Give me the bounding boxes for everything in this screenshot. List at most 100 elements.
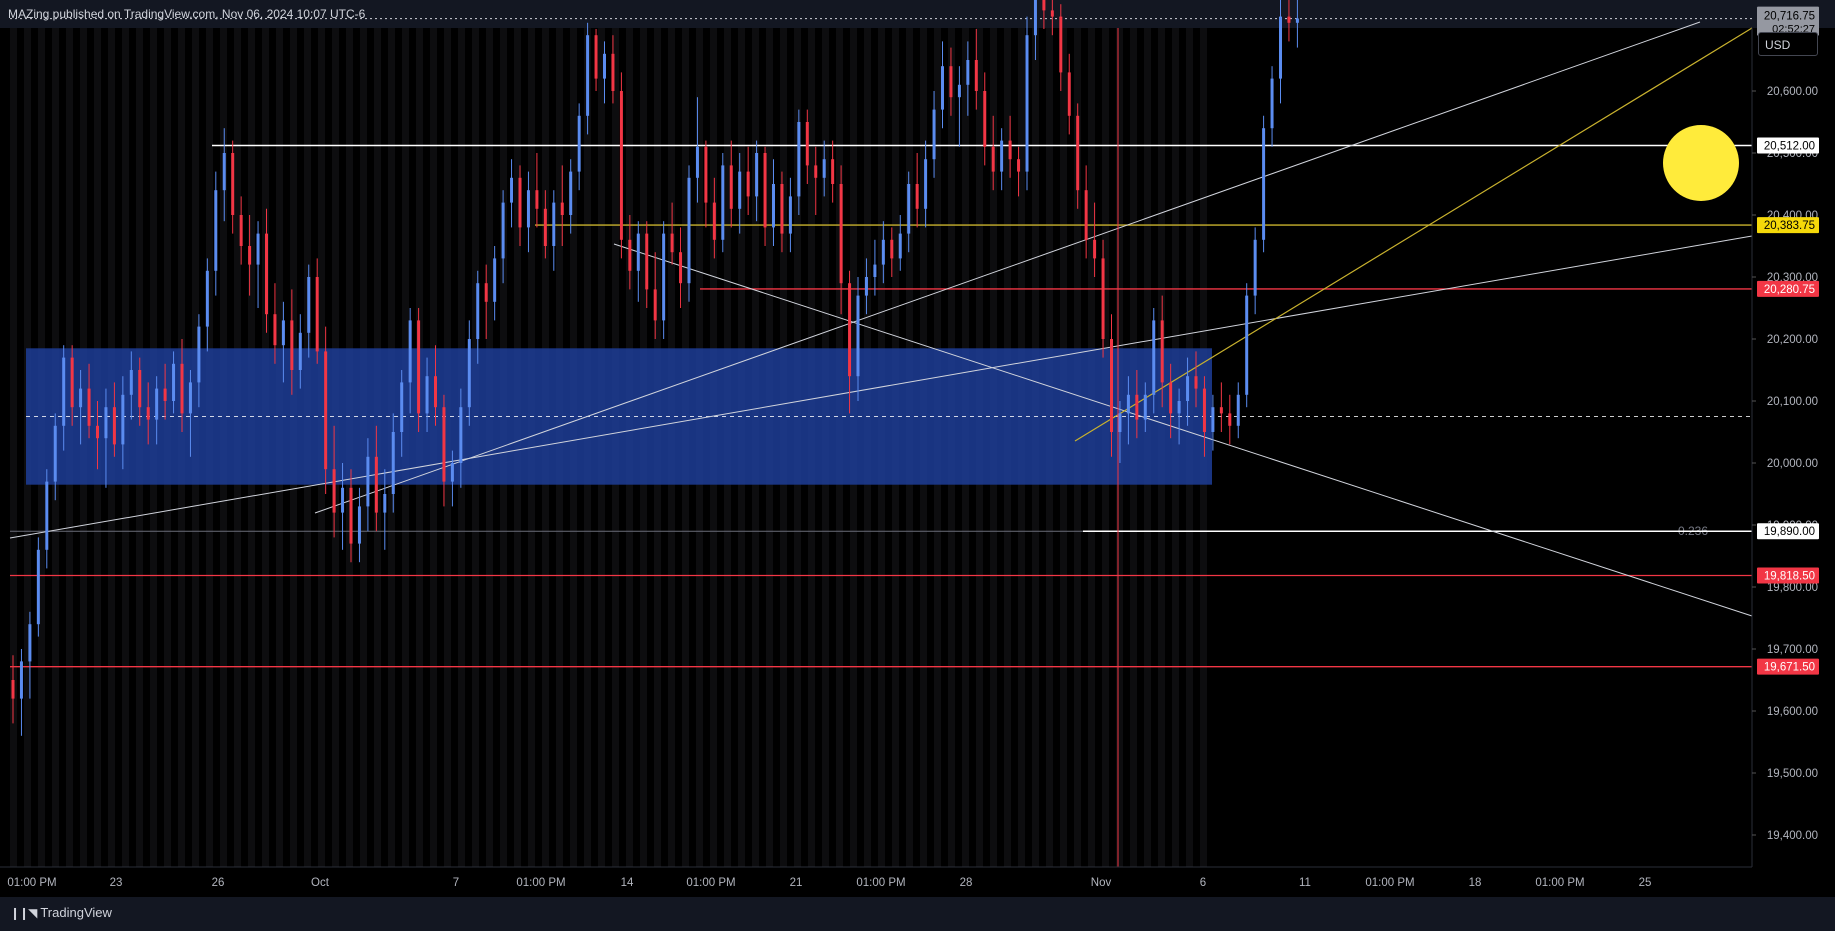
candle [1000, 128, 1004, 191]
candle-body [239, 215, 243, 246]
candle-body [1093, 239, 1097, 259]
candle-body [949, 66, 953, 98]
time-tick-label: 01:00 PM [856, 877, 905, 889]
candle-body [231, 153, 235, 215]
candle-body [966, 60, 970, 85]
candle-body [645, 233, 649, 290]
candle-body [924, 159, 928, 209]
candle-body [1059, 16, 1063, 73]
candle-body [467, 339, 471, 408]
candle-body [873, 264, 877, 277]
candle-body [383, 494, 387, 513]
price-tick-label: 20,000.00 [1767, 458, 1818, 470]
candle [510, 159, 514, 228]
candle-body [1143, 394, 1147, 420]
candle-body [1194, 376, 1198, 389]
candle [1025, 16, 1029, 191]
price-marker-badge: 19,818.50 [1764, 571, 1815, 583]
candle-body [1287, 16, 1291, 23]
candle-body [501, 202, 505, 259]
candle [788, 177, 792, 253]
candle-body [138, 370, 142, 408]
candle-body [1050, 10, 1054, 17]
candle-body [324, 351, 328, 470]
candle-body [1177, 401, 1181, 414]
candle-body [1169, 382, 1173, 414]
candle [493, 246, 497, 321]
chart-canvas[interactable]: 0.2360.38219,400.0019,500.0019,600.0019,… [0, 0, 1835, 931]
candle-body [366, 456, 370, 507]
candle-body [417, 320, 421, 414]
candle [417, 308, 421, 432]
candle-body [1000, 140, 1004, 172]
candle-body [586, 35, 590, 116]
candle-body [957, 84, 961, 98]
candle-body [1110, 339, 1113, 432]
candle-body [1279, 16, 1282, 79]
candle-body [1152, 320, 1156, 395]
candle-body [112, 407, 116, 445]
candle [1245, 283, 1249, 408]
candle-body [1118, 413, 1122, 432]
candle-body [298, 332, 302, 370]
candle-body [780, 184, 784, 234]
candle-body [1160, 320, 1164, 383]
candle-body [45, 481, 49, 550]
candle [679, 227, 683, 308]
candle-body [915, 184, 919, 209]
candle [1279, 0, 1282, 104]
price-tick-label: 19,500.00 [1767, 768, 1818, 780]
candle-body [881, 239, 885, 265]
candle-body [493, 258, 497, 302]
candle-body [1270, 78, 1274, 129]
candle-body [408, 320, 412, 383]
time-tick-label: 14 [621, 877, 634, 889]
candle-body [434, 376, 437, 408]
candle [256, 221, 260, 308]
candle-body [755, 153, 759, 197]
candle-body [721, 165, 725, 240]
candle-body [941, 66, 944, 110]
candle-body [991, 146, 995, 172]
candle-body [70, 357, 74, 408]
candle [1253, 227, 1257, 315]
candle-body [603, 53, 606, 79]
candle-body [653, 289, 657, 321]
time-tick-label: 01:00 PM [1535, 877, 1584, 889]
price-tick-label: 19,700.00 [1767, 644, 1818, 656]
candle-body [687, 177, 691, 284]
candle-body [611, 53, 615, 91]
price-marker-badge: 19,890.00 [1764, 526, 1815, 538]
currency-button[interactable]: USD [1758, 32, 1818, 56]
candle [687, 165, 691, 302]
candle-body [104, 407, 108, 439]
candle [831, 140, 835, 203]
candle-body [712, 202, 716, 240]
candle-body [704, 146, 708, 203]
candle-body [746, 171, 750, 197]
candle-body [822, 159, 826, 178]
candle-body [121, 394, 125, 445]
candle [746, 146, 750, 215]
candle [1262, 115, 1266, 253]
candle [915, 153, 919, 228]
time-tick-label: 01:00 PM [686, 877, 735, 889]
candle-body [62, 357, 66, 426]
candle-body [662, 233, 666, 321]
time-tick-label: 01:00 PM [516, 877, 565, 889]
candle-body [932, 109, 936, 160]
candle-body [28, 624, 32, 662]
candle-body [1295, 18, 1299, 23]
last-price-badge: 20,716.75 [1764, 11, 1815, 23]
tradingview-brand[interactable]: ❙❙◥ TradingView [10, 905, 112, 920]
candle-body [839, 184, 843, 284]
candle [704, 140, 708, 228]
candle-body [1253, 239, 1257, 296]
candle-body [1008, 140, 1012, 160]
candle-body [890, 239, 894, 259]
candle-body [1219, 407, 1223, 414]
candle-body [476, 283, 480, 339]
candle [1236, 382, 1240, 439]
candle-body [1262, 128, 1266, 240]
candle [957, 66, 961, 147]
